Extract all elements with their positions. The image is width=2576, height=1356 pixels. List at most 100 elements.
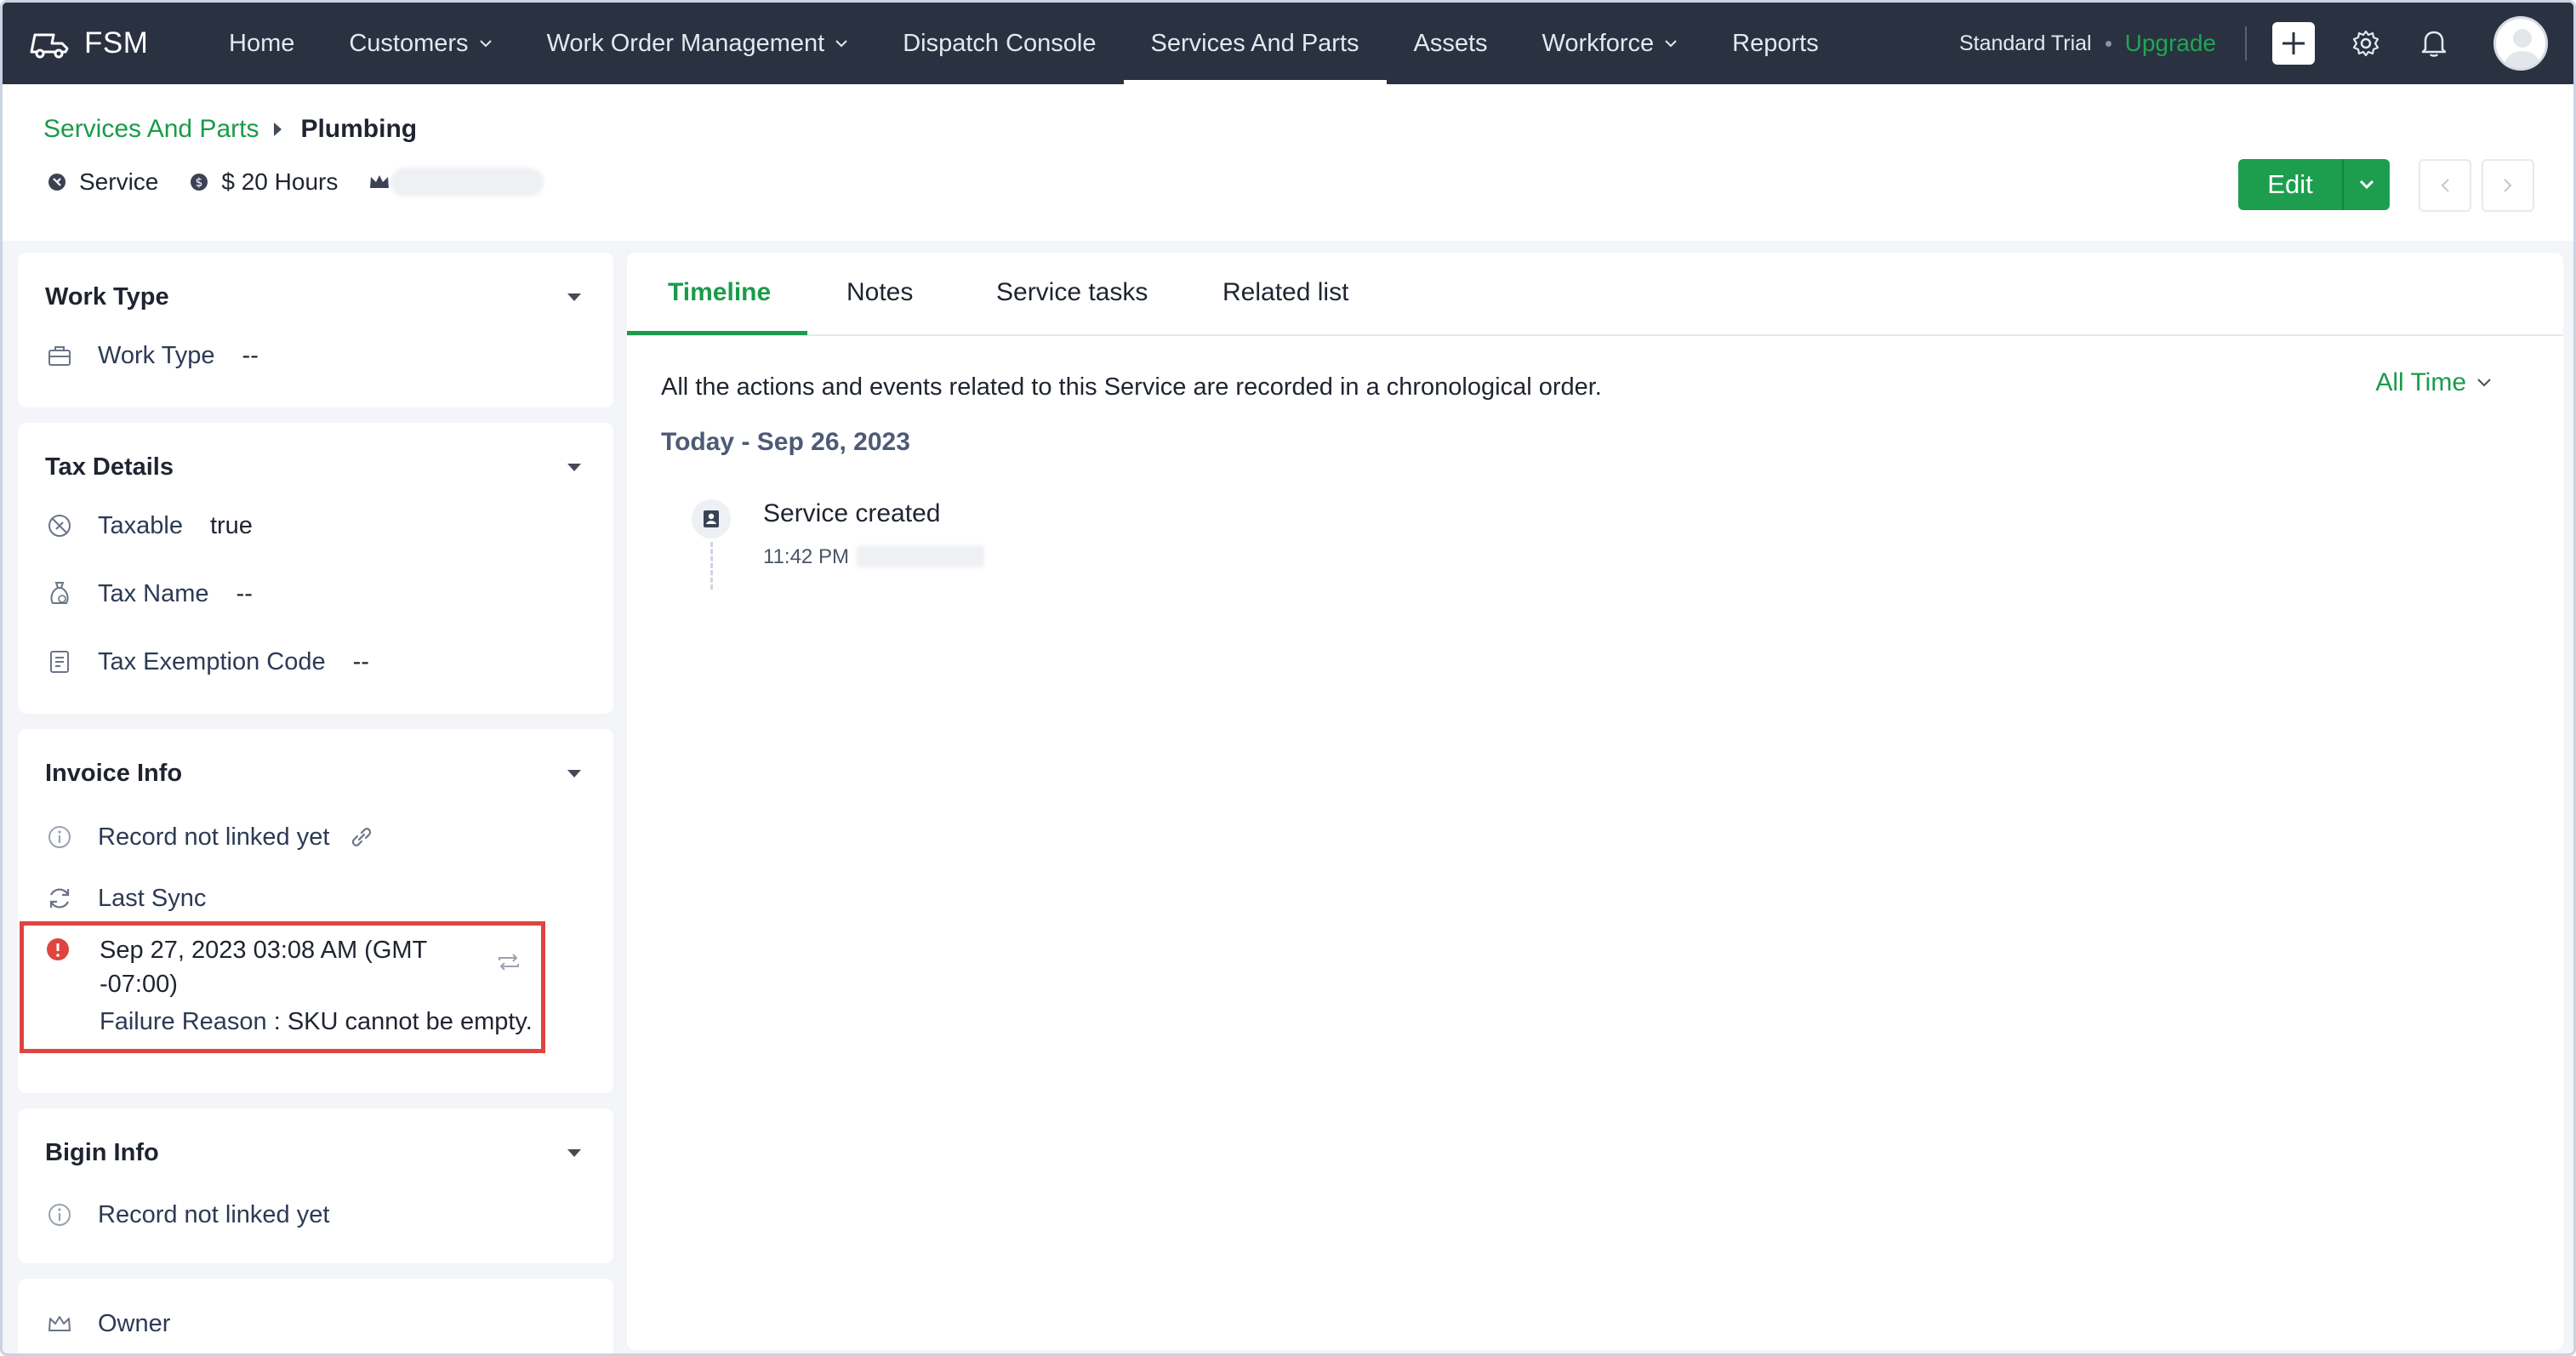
notifications-button[interactable] [2417, 26, 2451, 60]
contact-card-icon [704, 510, 719, 527]
gear-icon [2352, 30, 2379, 57]
breadcrumb-parent-link[interactable]: Services And Parts [43, 115, 259, 144]
collapse-caret-icon[interactable] [567, 1149, 581, 1157]
timeline-description: All the actions and events related to th… [661, 373, 1602, 401]
collapse-caret-icon[interactable] [567, 464, 581, 471]
bigin-link-status: Record not linked yet [45, 1200, 329, 1229]
nav-item-assets[interactable]: Assets [1387, 3, 1515, 84]
nav-item-label: Work Order Management [546, 29, 825, 57]
taxable-field: Taxable true [45, 511, 253, 540]
detail-panel: Timeline Notes Service tasks Related lis… [627, 253, 2563, 1350]
create-new-button[interactable] [2272, 22, 2315, 65]
field-value: true [209, 511, 253, 539]
divider [2245, 26, 2247, 60]
user-avatar[interactable] [2493, 16, 2548, 71]
owner-card: Owner [18, 1279, 613, 1353]
previous-record-button[interactable] [2419, 159, 2471, 212]
chevron-down-icon [2477, 379, 2491, 387]
record-meta: Service $ $ 20 Hours [47, 168, 574, 197]
invoice-link-status: Record not linked yet [45, 823, 375, 852]
timeline-connector [710, 542, 713, 590]
record-header: Services And Parts Plumbing Service $ $ … [3, 84, 2573, 241]
owner-field: Owner [45, 1309, 170, 1338]
time-filter-dropdown[interactable]: All Time [2375, 368, 2492, 397]
sync-icon [45, 884, 74, 913]
next-record-button[interactable] [2482, 159, 2534, 212]
field-label: Last Sync [98, 884, 207, 912]
crown-icon [370, 175, 390, 188]
briefcase-icon [45, 341, 74, 370]
field-label: Tax Name [98, 579, 209, 607]
nav-item-workforce[interactable]: Workforce [1515, 3, 1706, 84]
breadcrumb-arrow-icon [274, 122, 282, 136]
timeline-event-time: 11:42 PM [763, 545, 849, 568]
owner-name-redacted [390, 168, 544, 197]
timeline-date-heading: Today - Sep 26, 2023 [661, 428, 910, 456]
currency-icon: $ [191, 174, 208, 191]
chevron-left-icon [2441, 179, 2449, 192]
nav-item-home[interactable]: Home [202, 3, 322, 84]
page-title: Plumbing [300, 115, 418, 143]
nav-item-reports[interactable]: Reports [1705, 3, 1846, 84]
info-icon [45, 1200, 74, 1229]
tab-service-tasks[interactable]: Service tasks [996, 278, 1148, 307]
error-highlight-box [20, 921, 545, 1053]
field-value: -- [352, 647, 369, 675]
nav-item-services-and-parts[interactable]: Services And Parts [1123, 3, 1387, 84]
record-type-label: Service [79, 168, 159, 195]
edit-dropdown-button[interactable] [2342, 159, 2390, 210]
svg-text:$: $ [196, 176, 203, 190]
tab-notes[interactable]: Notes [846, 278, 913, 307]
tab-bar: Timeline Notes Service tasks Related lis… [627, 253, 2563, 336]
time-filter-label: All Time [2375, 368, 2466, 396]
nav-links: Home Customers Work Order Management Dis… [202, 3, 1846, 84]
record-price: $ $ 20 Hours [189, 168, 338, 196]
tab-timeline[interactable]: Timeline [668, 278, 771, 307]
nav-item-label: Reports [1732, 29, 1819, 57]
upgrade-link[interactable]: Upgrade [2125, 30, 2216, 57]
tax-details-card: Tax Details Taxable true Tax Name -- Tax… [18, 423, 613, 714]
nav-item-work-order-management[interactable]: Work Order Management [520, 3, 876, 84]
work-type-field: Work Type -- [45, 341, 259, 370]
collapse-caret-icon[interactable] [567, 293, 581, 301]
last-sync-field: Last Sync [45, 884, 206, 913]
document-icon [45, 647, 74, 676]
settings-button[interactable] [2349, 26, 2383, 60]
chevron-down-icon [1665, 40, 1677, 48]
tax-details-card-title: Tax Details [45, 453, 174, 481]
timeline-event-title: Service created [763, 499, 941, 527]
collapse-caret-icon[interactable] [567, 770, 581, 778]
tax-name-field: Tax Name -- [45, 579, 253, 608]
brand[interactable]: FSM [28, 26, 198, 60]
record-owner [368, 168, 544, 197]
breadcrumb: Services And Parts Plumbing [43, 115, 417, 144]
nav-item-dispatch-console[interactable]: Dispatch Console [875, 3, 1123, 84]
not-linked-text: Record not linked yet [98, 1200, 330, 1228]
field-value: -- [236, 579, 253, 607]
info-icon [45, 823, 74, 852]
nav-item-label: Assets [1413, 29, 1488, 57]
edit-button-group: Edit [2238, 159, 2390, 210]
truck-logo-icon [30, 33, 69, 59]
bigin-info-card: Bigin Info Record not linked yet [18, 1108, 613, 1263]
bell-icon [2421, 31, 2447, 57]
field-value: -- [242, 341, 259, 369]
timeline-event-icon [692, 499, 731, 538]
top-navigation: FSM Home Customers Work Order Management… [3, 3, 2573, 84]
brand-name: FSM [84, 26, 149, 60]
field-label: Taxable [98, 511, 183, 539]
event-user-redacted [857, 545, 984, 567]
edit-button[interactable]: Edit [2238, 159, 2342, 210]
field-label: Owner [98, 1309, 171, 1337]
link-record-button[interactable] [348, 823, 375, 851]
active-tab-indicator [627, 331, 807, 335]
tab-related-list[interactable]: Related list [1222, 278, 1348, 307]
nav-item-label: Dispatch Console [903, 29, 1097, 57]
record-price-label: $ 20 Hours [221, 168, 339, 195]
plus-icon [2282, 32, 2305, 54]
invoice-info-card-title: Invoice Info [45, 760, 183, 787]
money-bag-icon [45, 579, 74, 608]
nav-right: Standard Trial Upgrade [1959, 3, 2548, 84]
crown-icon [45, 1309, 74, 1338]
nav-item-customers[interactable]: Customers [322, 3, 519, 84]
